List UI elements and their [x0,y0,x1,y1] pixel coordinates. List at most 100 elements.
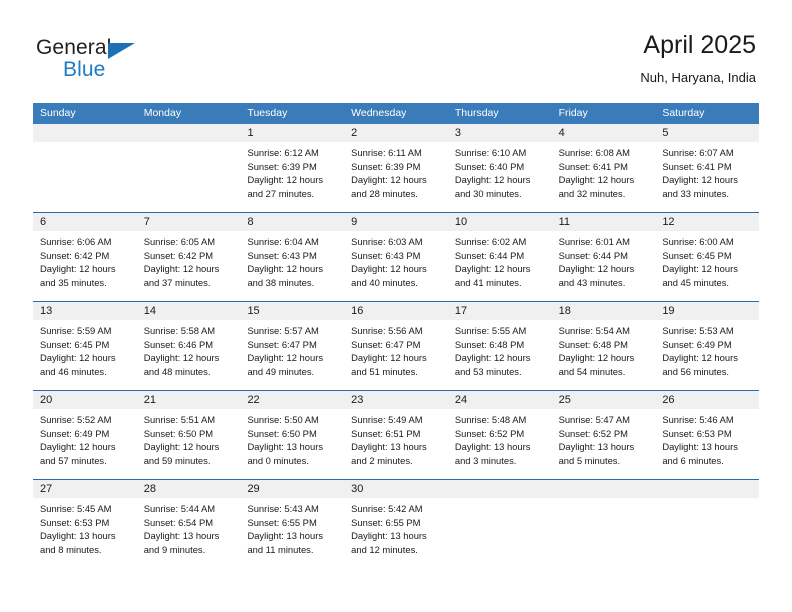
day-cell[interactable]: Sunrise: 5:49 AM Sunset: 6:51 PM Daylight:… [344,409,448,479]
day-info-line: and 0 minutes. [247,454,309,466]
day-info-line: Sunset: 6:49 PM [662,338,732,350]
day-cell[interactable]: Sunrise: 6:11 AM Sunset: 6:39 PM Daylight:… [344,142,448,212]
day-cell[interactable]: Sunrise: 5:56 AM Sunset: 6:47 PM Daylight:… [344,320,448,390]
day-number[interactable]: 30 [344,480,448,498]
day-info-line: and 12 minutes. [351,543,418,555]
day-info-line: Daylight: 12 hours [247,263,324,275]
day-cell[interactable]: Sunrise: 6:10 AM Sunset: 6:40 PM Daylight:… [448,142,552,212]
day-cell[interactable]: Sunrise: 6:01 AM Sunset: 6:44 PM Daylight:… [552,231,656,301]
day-info-line: Sunset: 6:41 PM [662,160,732,172]
day-info-line: and 53 minutes. [454,365,522,377]
day-number[interactable]: 10 [448,213,552,231]
day-info-line: Sunset: 6:51 PM [351,427,421,439]
day-info-line: Sunset: 6:47 PM [351,338,421,350]
day-info-line: and 5 minutes. [558,454,621,466]
day-cell[interactable]: Sunrise: 5:52 AM Sunset: 6:49 PM Daylight:… [33,409,137,479]
day-info-line: Sunrise: 6:00 AM [662,236,734,247]
day-number[interactable]: 28 [137,480,241,498]
day-info-line: Daylight: 12 hours [558,263,635,275]
day-cell[interactable]: Sunrise: 5:43 AM Sunset: 6:55 PM Daylight:… [240,498,344,568]
day-info-line: and 3 minutes. [454,454,517,466]
day-cell[interactable]: Sunrise: 6:03 AM Sunset: 6:43 PM Daylight:… [344,231,448,301]
day-info-line: and 59 minutes. [143,454,211,466]
day-info-line: and 41 minutes. [454,276,522,288]
day-cell[interactable]: Sunrise: 6:12 AM Sunset: 6:39 PM Daylight:… [240,142,344,212]
day-number[interactable]: 15 [240,302,344,320]
calendar-week-row: 20 21 22 23 24 25 26 Sunrise: 5:52 AM Sunset: 6:… [33,390,759,479]
day-cell[interactable]: Sunrise: 6:06 AM Sunset: 6:42 PM Daylight:… [33,231,137,301]
day-info-line: Daylight: 12 hours [351,174,427,186]
day-number[interactable]: 25 [552,391,656,409]
day-info-line: Sunset: 6:45 PM [662,249,732,261]
day-info-line: and 38 minutes. [247,276,315,288]
day-cell[interactable]: Sunrise: 5:48 AM Sunset: 6:52 PM Daylight:… [448,409,552,479]
day-number[interactable]: 24 [448,391,552,409]
day-info-line: Sunrise: 6:08 AM [558,147,630,158]
brand-name-blue: Blue [63,58,106,81]
day-cell[interactable]: Sunrise: 5:44 AM Sunset: 6:54 PM Daylight:… [137,498,241,568]
day-cell[interactable]: Sunrise: 5:55 AM Sunset: 6:48 PM Daylight:… [448,320,552,390]
day-number[interactable]: 4 [552,124,656,142]
day-number[interactable]: 13 [33,302,137,320]
day-info-line: Sunrise: 5:45 AM [40,503,112,514]
day-cell[interactable]: Sunrise: 6:07 AM Sunset: 6:41 PM Daylight:… [655,142,759,212]
weekday-header-sunday: Sunday [40,107,76,119]
day-number[interactable]: 1 [240,124,344,142]
day-number[interactable]: 19 [655,302,759,320]
day-info-line: and 11 minutes. [247,543,314,555]
day-info-line: Daylight: 13 hours [454,441,531,453]
day-cell[interactable]: Sunrise: 5:42 AM Sunset: 6:55 PM Daylight:… [344,498,448,568]
day-number[interactable]: 7 [137,213,241,231]
day-info-line: Sunset: 6:53 PM [662,427,732,439]
day-number[interactable]: 29 [240,480,344,498]
day-cell[interactable]: Sunrise: 5:50 AM Sunset: 6:50 PM Daylight:… [240,409,344,479]
day-cell[interactable]: Sunrise: 6:05 AM Sunset: 6:42 PM Daylight:… [137,231,241,301]
day-number[interactable]: 22 [240,391,344,409]
day-cell[interactable]: Sunrise: 6:00 AM Sunset: 6:45 PM Daylight:… [655,231,759,301]
day-number[interactable]: 14 [137,302,241,320]
day-cell[interactable]: Sunrise: 6:08 AM Sunset: 6:41 PM Daylight:… [552,142,656,212]
day-info-line: Sunset: 6:45 PM [40,338,110,350]
brand-logo[interactable]: General Blue [36,36,276,92]
weekday-header-saturday: Saturday [662,107,705,119]
day-number[interactable]: 16 [344,302,448,320]
day-info-line: Daylight: 12 hours [143,352,220,364]
day-info-line: Sunset: 6:53 PM [40,516,110,528]
day-number[interactable]: 12 [655,213,759,231]
day-number[interactable]: 17 [448,302,552,320]
title-block: April 2025 Nuh, Haryana, India [640,30,756,87]
day-cell[interactable]: Sunrise: 5:54 AM Sunset: 6:48 PM Daylight:… [552,320,656,390]
day-number[interactable]: 23 [344,391,448,409]
day-cell[interactable]: Sunrise: 5:45 AM Sunset: 6:53 PM Daylight:… [33,498,137,568]
day-number[interactable]: 11 [552,213,656,231]
day-cell[interactable]: Sunrise: 5:53 AM Sunset: 6:49 PM Daylight:… [655,320,759,390]
day-cell[interactable]: Sunrise: 6:04 AM Sunset: 6:43 PM Daylight:… [240,231,344,301]
day-number[interactable]: 27 [33,480,137,498]
day-number[interactable]: 18 [552,302,656,320]
day-info-line: Sunrise: 5:53 AM [662,325,734,336]
day-number[interactable]: 3 [448,124,552,142]
day-cell[interactable]: Sunrise: 5:51 AM Sunset: 6:50 PM Daylight:… [137,409,241,479]
day-cell[interactable]: Sunrise: 5:58 AM Sunset: 6:46 PM Daylight:… [137,320,241,390]
day-number[interactable]: 9 [344,213,448,231]
day-info-line: Daylight: 12 hours [454,263,531,275]
day-number[interactable]: 8 [240,213,344,231]
day-info-line: Daylight: 12 hours [40,263,116,275]
page-title: April 2025 [643,31,756,59]
day-number[interactable]: 2 [344,124,448,142]
day-info-line: and 56 minutes. [662,365,730,377]
day-info-line: Daylight: 12 hours [247,174,324,186]
day-cell[interactable]: Sunrise: 5:59 AM Sunset: 6:45 PM Daylight:… [33,320,137,390]
day-number[interactable]: 20 [33,391,137,409]
day-cell[interactable]: Sunrise: 6:02 AM Sunset: 6:44 PM Daylight:… [448,231,552,301]
weekday-header-row: Sunday Monday Tuesday Wednesday Thursday Frid… [33,103,759,124]
day-info-line: Daylight: 12 hours [351,263,427,275]
day-cell[interactable]: Sunrise: 5:57 AM Sunset: 6:47 PM Daylight:… [240,320,344,390]
day-cell[interactable]: Sunrise: 5:47 AM Sunset: 6:52 PM Daylight:… [552,409,656,479]
day-number[interactable]: 5 [655,124,759,142]
day-number[interactable]: 26 [655,391,759,409]
day-number[interactable]: 21 [137,391,241,409]
day-number[interactable]: 6 [33,213,137,231]
day-info-line: Sunset: 6:42 PM [40,249,110,261]
day-cell[interactable]: Sunrise: 5:46 AM Sunset: 6:53 PM Daylight:… [655,409,759,479]
